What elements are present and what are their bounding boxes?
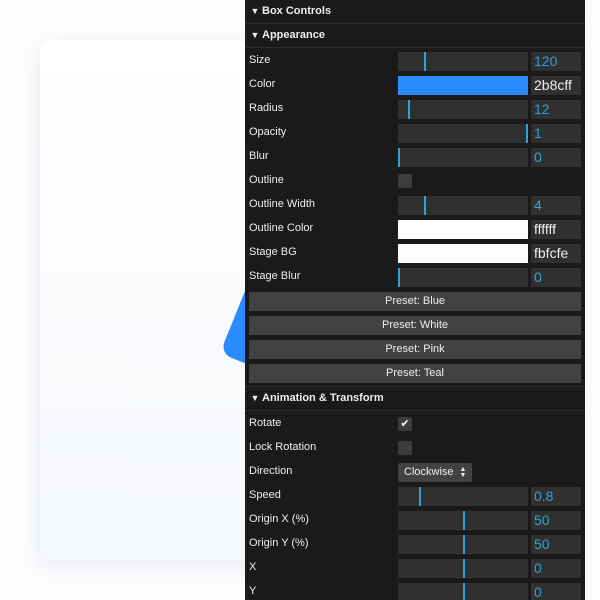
panel-title-label: Box Controls: [262, 5, 332, 17]
controls-panel: ▼ Box Controls ▼ Appearance Size 120 Col…: [245, 0, 585, 600]
control-speed: Speed 0.8: [245, 483, 585, 507]
control-preset-white: Preset: White: [245, 312, 585, 336]
outline-color-swatch[interactable]: [398, 220, 528, 239]
panel-title[interactable]: ▼ Box Controls: [245, 0, 585, 24]
control-outline: Outline: [245, 168, 585, 192]
stage-bg-input[interactable]: fbfcfe: [531, 244, 581, 263]
control-label: Y: [249, 585, 257, 597]
control-y: Y 0: [245, 579, 585, 600]
control-preset-teal: Preset: Teal: [245, 360, 585, 384]
control-rotate: Rotate ✔: [245, 411, 585, 435]
preset-white-button[interactable]: Preset: White: [249, 316, 581, 335]
radius-slider[interactable]: [398, 100, 528, 119]
slider-handle[interactable]: [463, 559, 465, 578]
outline-checkbox[interactable]: [398, 174, 412, 188]
opacity-slider[interactable]: [398, 124, 528, 143]
control-size: Size 120: [245, 48, 585, 72]
control-label: Outline Width: [249, 198, 316, 210]
control-x: X 0: [245, 555, 585, 579]
blur-slider[interactable]: [398, 148, 528, 167]
chevron-down-icon: ▼: [250, 393, 260, 403]
control-outline-width: Outline Width 4: [245, 192, 585, 216]
control-origin-x: Origin X (%) 50: [245, 507, 585, 531]
control-origin-y: Origin Y (%) 50: [245, 531, 585, 555]
control-label: Stage Blur: [249, 270, 301, 282]
stage-blur-slider[interactable]: [398, 268, 528, 287]
y-input[interactable]: 0: [531, 583, 581, 600]
speed-slider[interactable]: [398, 487, 528, 506]
control-label: Size: [249, 54, 271, 66]
control-label: Stage BG: [249, 246, 297, 258]
control-label: Opacity: [249, 126, 287, 138]
control-label: Color: [249, 78, 276, 90]
speed-input[interactable]: 0.8: [531, 487, 581, 506]
color-input[interactable]: 2b8cff: [531, 76, 581, 95]
control-color: Color 2b8cff: [245, 72, 585, 96]
slider-handle[interactable]: [398, 148, 400, 167]
outline-color-input[interactable]: ffffff: [531, 220, 581, 239]
origin-y-input[interactable]: 50: [531, 535, 581, 554]
check-icon[interactable]: ✔: [398, 417, 412, 431]
stage-blur-input[interactable]: 0: [531, 268, 581, 287]
slider-handle[interactable]: [398, 268, 400, 287]
origin-x-slider[interactable]: [398, 511, 528, 530]
control-label: Lock Rotation: [249, 441, 317, 453]
folder-appearance[interactable]: ▼ Appearance: [245, 24, 585, 48]
control-opacity: Opacity 1: [245, 120, 585, 144]
control-stage-bg: Stage BG fbfcfe: [245, 240, 585, 264]
folder-animation-label: Animation & Transform: [262, 392, 384, 404]
control-label: Origin X (%): [249, 513, 309, 525]
chevron-down-icon: ▼: [250, 30, 260, 40]
control-lock-rotation: Lock Rotation: [245, 435, 585, 459]
control-preset-pink: Preset: Pink: [245, 336, 585, 360]
preset-blue-button[interactable]: Preset: Blue: [249, 292, 581, 311]
x-slider[interactable]: [398, 559, 528, 578]
slider-handle[interactable]: [419, 487, 421, 506]
opacity-input[interactable]: 1: [531, 124, 581, 143]
outline-width-slider[interactable]: [398, 196, 528, 215]
control-outline-color: Outline Color ffffff: [245, 216, 585, 240]
x-input[interactable]: 0: [531, 559, 581, 578]
size-input[interactable]: 120: [531, 52, 581, 71]
slider-handle[interactable]: [463, 511, 465, 530]
size-slider[interactable]: [398, 52, 528, 71]
folder-animation[interactable]: ▼ Animation & Transform: [245, 387, 585, 411]
control-label: Blur: [249, 150, 269, 162]
radius-input[interactable]: 12: [531, 100, 581, 119]
slider-handle[interactable]: [463, 535, 465, 554]
slider-handle[interactable]: [463, 583, 465, 600]
direction-select[interactable]: Clockwise ▲ ▼: [398, 463, 473, 482]
chevron-down-icon: ▼: [250, 6, 260, 16]
control-radius: Radius 12: [245, 96, 585, 120]
blur-input[interactable]: 0: [531, 148, 581, 167]
control-label: Outline: [249, 174, 284, 186]
preset-teal-button[interactable]: Preset: Teal: [249, 364, 581, 383]
origin-y-slider[interactable]: [398, 535, 528, 554]
control-label: Speed: [249, 489, 281, 501]
color-swatch[interactable]: [398, 76, 528, 95]
direction-value: Clockwise: [404, 466, 454, 478]
updown-arrows-icon: ▲ ▼: [459, 465, 467, 479]
y-slider[interactable]: [398, 583, 528, 600]
lock-rotation-checkbox[interactable]: [398, 441, 412, 455]
control-preset-blue: Preset: Blue: [245, 288, 585, 312]
origin-x-input[interactable]: 50: [531, 511, 581, 530]
control-blur: Blur 0: [245, 144, 585, 168]
slider-handle[interactable]: [408, 100, 410, 119]
control-direction: Direction Clockwise ▲ ▼: [245, 459, 585, 483]
control-label: Radius: [249, 102, 284, 114]
slider-handle[interactable]: [424, 52, 426, 71]
control-label: Outline Color: [249, 222, 314, 234]
folder-appearance-label: Appearance: [262, 29, 325, 41]
preset-pink-button[interactable]: Preset: Pink: [249, 340, 581, 359]
control-stage-blur: Stage Blur 0: [245, 264, 585, 288]
control-label: X: [249, 561, 257, 573]
control-label: Origin Y (%): [249, 537, 309, 549]
outline-width-input[interactable]: 4: [531, 196, 581, 215]
slider-handle[interactable]: [526, 124, 528, 143]
slider-handle[interactable]: [424, 196, 426, 215]
control-label: Direction: [249, 465, 293, 477]
stage-bg-swatch[interactable]: [398, 244, 528, 263]
control-label: Rotate: [249, 417, 282, 429]
